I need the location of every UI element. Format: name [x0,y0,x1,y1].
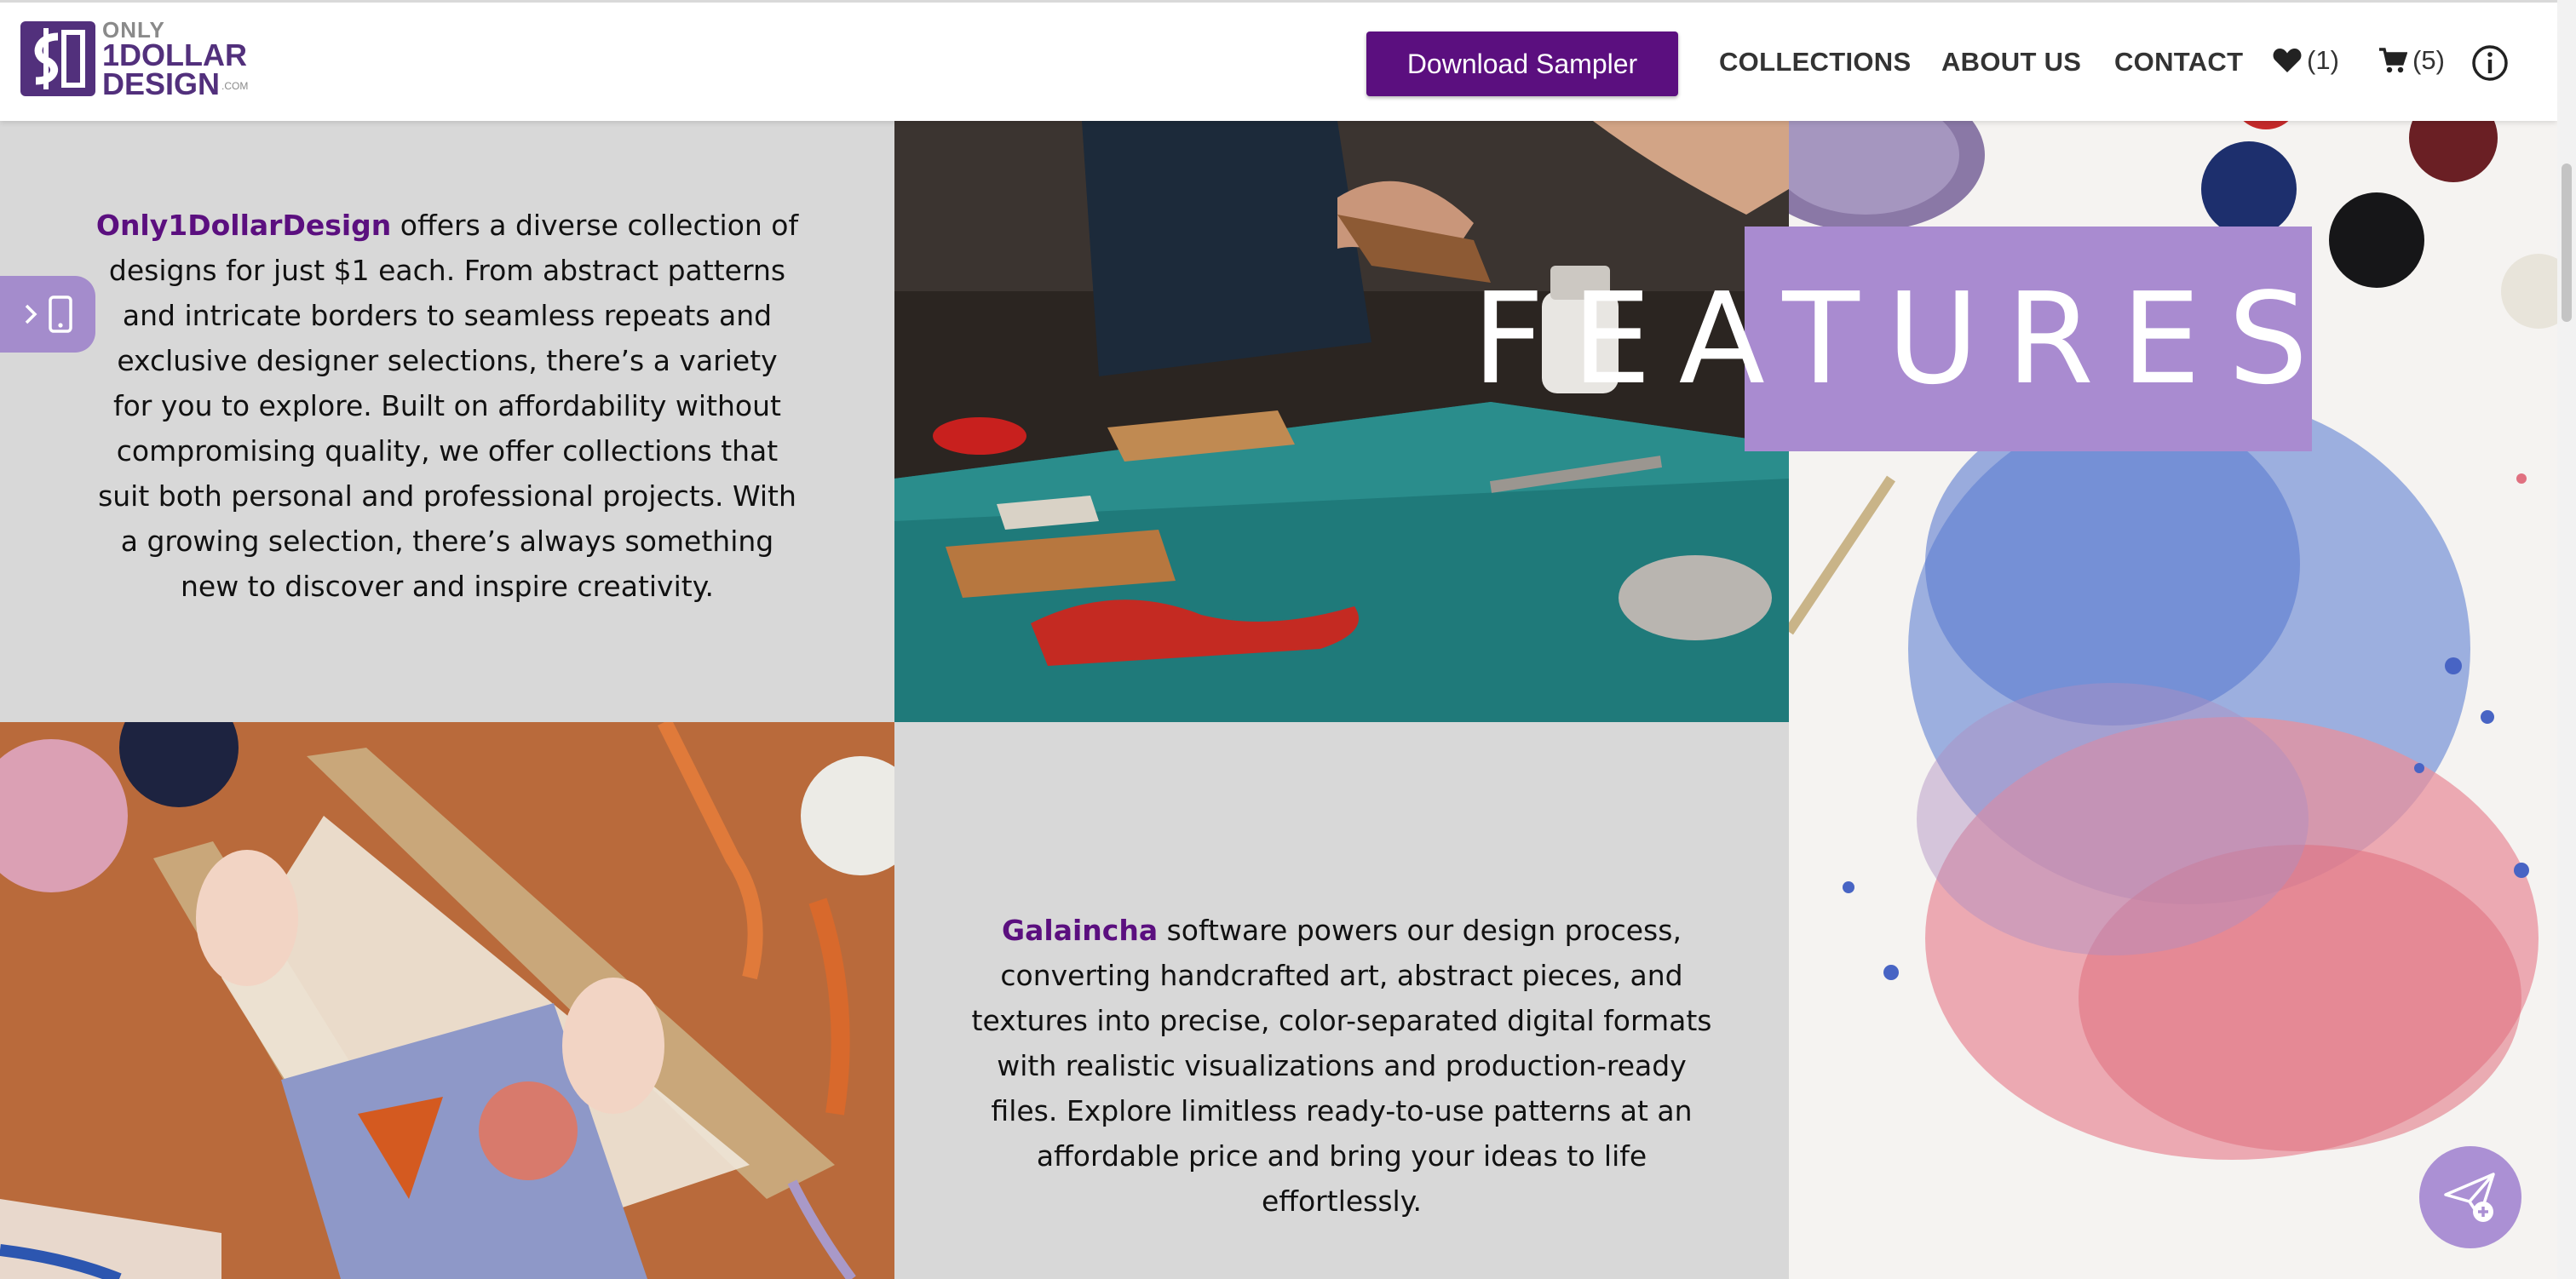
intro-brand-name: Only1DollarDesign [95,209,392,242]
site-logo[interactable]: ONLY 1DOLLAR DESIGN .COM [20,19,250,101]
site-header: ONLY 1DOLLAR DESIGN .COM Download Sampler… [0,0,2557,121]
nav-collections[interactable]: COLLECTIONS [1719,47,1911,77]
intro-text: offers a diverse collection of designs f… [98,209,799,603]
info-icon[interactable] [2470,43,2510,83]
nav-contact[interactable]: CONTACT [2114,47,2243,77]
software-paragraph: Galaincha software powers our design pro… [963,908,1721,1224]
send-plus-icon [2444,1173,2495,1222]
cart-icon [2379,48,2407,73]
logo-dollar-mark [20,21,95,96]
intro-paragraph: Only1DollarDesign offers a diverse colle… [94,203,801,609]
chevron-right-icon [25,304,37,324]
page-scrollbar[interactable] [2557,0,2576,1279]
send-message-button[interactable] [2419,1146,2521,1248]
logo-wordmark: ONLY 1DOLLAR DESIGN .COM [102,19,249,101]
cart-link[interactable]: (5) [2378,45,2445,76]
software-text: software powers our design process, conv… [971,914,1712,1218]
heart-icon [2273,49,2302,72]
logo-design: DESIGN [102,66,221,101]
mobile-view-toggle[interactable] [0,276,95,353]
features-heading: FEATURES [1472,266,2336,412]
scrollbar-thumb[interactable] [2562,163,2572,322]
wishlist-count: (1) [2307,45,2339,75]
cart-count: (5) [2412,45,2445,75]
leather-craft-image [894,121,1789,722]
logo-1dollar: 1DOLLAR [102,37,247,72]
logo-com: .COM [221,79,249,92]
page: ONLY 1DOLLAR DESIGN .COM Download Sampler… [0,0,2576,1279]
nav-about-us[interactable]: ABOUT US [1941,47,2081,77]
weaving-loom-image [0,722,894,1279]
mobile-icon [49,295,72,333]
download-sampler-button[interactable]: Download Sampler [1366,32,1678,96]
software-brand-name: Galaincha [1002,914,1159,947]
wishlist-link[interactable]: (1) [2273,45,2339,76]
